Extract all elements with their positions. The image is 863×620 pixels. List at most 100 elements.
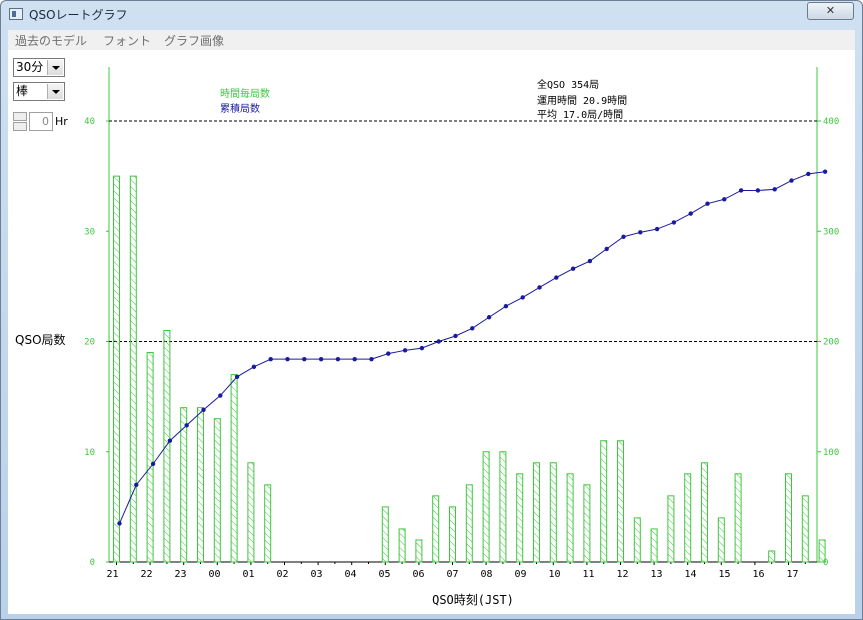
cumulative-point (537, 285, 542, 290)
cumulative-point (604, 246, 609, 252)
left-tick-label: 10 (84, 448, 95, 458)
right-tick-label: 200 (823, 338, 839, 348)
rate-bar (499, 451, 507, 563)
x-tick-label: 23 (174, 569, 186, 580)
x-tick-label: 08 (480, 569, 492, 580)
cumulative-point (335, 356, 341, 362)
cumulative-point (688, 211, 693, 216)
rate-bar (449, 506, 456, 563)
cumulative-point (251, 364, 257, 370)
cumulative-point (150, 461, 156, 467)
x-tick-label: 15 (718, 569, 730, 580)
rate-bar (566, 473, 574, 563)
menu-item-graph-image[interactable]: グラフ画像 (164, 32, 224, 49)
x-tick-label: 13 (650, 569, 662, 580)
stat-total: 全QSO 354局 (537, 78, 599, 91)
menu-item-past-models[interactable]: 過去のモデル (15, 32, 87, 49)
cumulative-point (201, 407, 206, 413)
rate-bar (381, 506, 389, 563)
cumulative-point (755, 188, 761, 193)
cumulative-point (318, 356, 324, 362)
x-tick-label: 00 (208, 569, 220, 580)
menu-item-font[interactable]: フォント (103, 32, 151, 49)
rate-bar (146, 352, 154, 563)
menu-bar: 過去のモデル フォント グラフ画像 (8, 30, 855, 50)
right-tick-label: 300 (823, 227, 839, 237)
x-tick-label: 09 (514, 569, 526, 580)
rate-bar (650, 528, 658, 563)
x-tick-label: 22 (140, 569, 152, 580)
x-tick-label: 10 (548, 569, 560, 580)
window-title: QSOレートグラフ (29, 8, 128, 22)
qso-rate-chart: 010203040010020030040021 22 23 00 01 02 03 04 05… (84, 67, 839, 607)
cumulative-point (453, 333, 458, 339)
cumulative-point (486, 315, 492, 320)
rate-bar (818, 539, 826, 563)
cumulative-point (402, 348, 408, 353)
legend-cumulative: 累積局数 (220, 102, 260, 115)
cumulative-point (520, 295, 525, 300)
rate-bar (701, 462, 708, 563)
title-bar[interactable]: QSOレートグラフ ✕ (1, 1, 862, 27)
left-tick-label: 40 (84, 117, 95, 127)
rate-bar (667, 495, 675, 563)
stat-average: 平均 17.0局/時間 (537, 109, 623, 121)
cumulative-point (806, 171, 811, 177)
rate-bar (768, 550, 776, 563)
x-tick-label: 11 (582, 569, 594, 580)
rate-bar (465, 484, 473, 563)
x-tick-label: 16 (752, 569, 764, 580)
rate-bar (583, 484, 591, 563)
rate-bar (113, 175, 120, 563)
left-tick-label: 20 (84, 338, 95, 348)
cumulative-point (436, 339, 441, 344)
x-tick-label: 14 (684, 569, 696, 580)
rate-bar (801, 495, 809, 563)
rate-bar (129, 175, 137, 563)
rate-bar (734, 473, 742, 563)
cumulative-point (470, 326, 475, 331)
cumulative-point (570, 266, 576, 271)
left-tick-label: 0 (90, 558, 95, 568)
rate-bar (717, 517, 725, 563)
cumulative-point (587, 258, 593, 264)
rate-bar (432, 495, 440, 563)
cumulative-point (302, 356, 307, 362)
rate-bar (163, 329, 171, 563)
legend-per-period: 時間毎局数 (220, 87, 270, 100)
x-tick-label: 17 (786, 569, 798, 580)
right-tick-label: 100 (823, 448, 839, 458)
cumulative-point (772, 187, 777, 192)
x-axis-label: QSO時刻(JST) (432, 593, 514, 607)
cumulative-point (268, 356, 273, 362)
rate-bar (684, 473, 692, 563)
right-tick-label: 400 (823, 117, 839, 127)
cumulative-point (184, 423, 189, 428)
rate-bar (785, 473, 792, 563)
x-tick-label: 06 (412, 569, 424, 580)
graph-area: 30分 棒 0 Hr QSO局数 0 10 20 30 40 0 100 200 300 400 2… (8, 50, 855, 614)
rate-bar (516, 473, 524, 563)
x-tick-label: 12 (616, 569, 628, 580)
rate-bar (549, 462, 557, 563)
cumulative-point (822, 169, 828, 174)
rate-bar (633, 517, 641, 563)
x-tick-label: 01 (242, 569, 254, 580)
cumulative-point (167, 438, 173, 443)
x-tick-label: 07 (446, 569, 458, 580)
cumulative-point (738, 188, 744, 193)
rate-bar (415, 539, 423, 563)
app-window: QSOレートグラフ ✕ 過去のモデル フォント グラフ画像 30分 棒 0 Hr… (0, 0, 863, 620)
cumulative-point (285, 356, 290, 362)
cumulative-point (789, 178, 794, 183)
x-tick-label: 03 (310, 569, 322, 580)
left-tick-label: 30 (84, 227, 95, 237)
cumulative-point (554, 275, 559, 280)
rate-bar (600, 440, 608, 563)
rate-bar (264, 484, 272, 563)
cumulative-line (119, 171, 826, 524)
cumulative-point (352, 356, 357, 362)
rate-bar (230, 374, 238, 563)
cumulative-point (218, 393, 223, 398)
close-button[interactable]: ✕ (807, 2, 854, 20)
